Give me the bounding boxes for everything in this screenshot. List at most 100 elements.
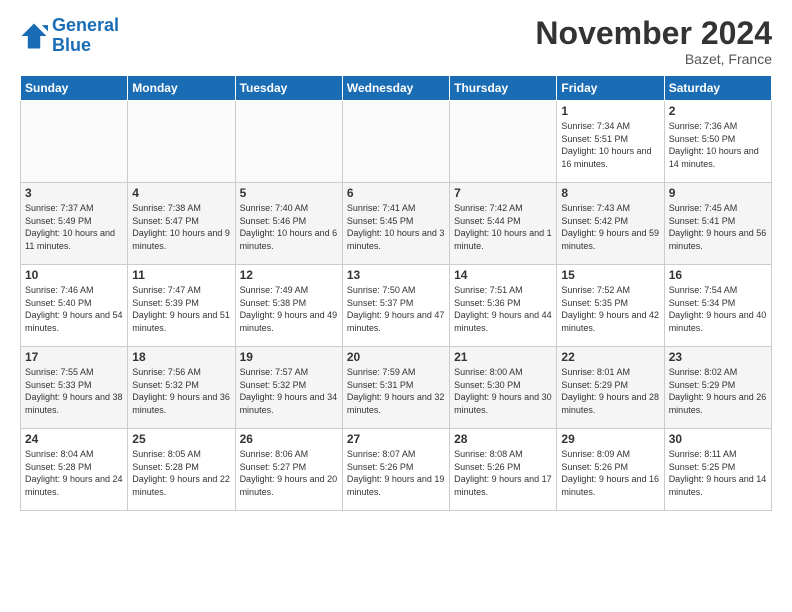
table-row	[128, 101, 235, 183]
day-info: Sunrise: 7:41 AM Sunset: 5:45 PM Dayligh…	[347, 202, 445, 252]
day-info: Sunrise: 7:45 AM Sunset: 5:41 PM Dayligh…	[669, 202, 767, 252]
table-row	[342, 101, 449, 183]
page: General Blue November 2024 Bazet, France…	[0, 0, 792, 523]
month-title: November 2024	[535, 16, 772, 51]
day-number: 7	[454, 186, 552, 200]
day-info: Sunrise: 7:47 AM Sunset: 5:39 PM Dayligh…	[132, 284, 230, 334]
table-row: 22 Sunrise: 8:01 AM Sunset: 5:29 PM Dayli…	[557, 347, 664, 429]
table-row: 1Sunrise: 7:34 AM Sunset: 5:51 PM Daylig…	[557, 101, 664, 183]
table-row: 16 Sunrise: 7:54 AM Sunset: 5:34 PM Dayli…	[664, 265, 771, 347]
logo-line1: General	[52, 15, 119, 35]
table-row: 23 Sunrise: 8:02 AM Sunset: 5:29 PM Dayli…	[664, 347, 771, 429]
calendar-week-row: 10 Sunrise: 7:46 AM Sunset: 5:40 PM Dayli…	[21, 265, 772, 347]
day-number: 4	[132, 186, 230, 200]
table-row: 14Sunrise: 7:51 AM Sunset: 5:36 PM Dayli…	[450, 265, 557, 347]
day-number: 10	[25, 268, 123, 282]
day-info: Sunrise: 7:37 AM Sunset: 5:49 PM Dayligh…	[25, 202, 123, 252]
day-number: 9	[669, 186, 767, 200]
day-info: Sunrise: 7:36 AM Sunset: 5:50 PM Dayligh…	[669, 120, 767, 170]
day-info: Sunrise: 7:52 AM Sunset: 5:35 PM Dayligh…	[561, 284, 659, 334]
table-row: 13Sunrise: 7:50 AM Sunset: 5:37 PM Dayli…	[342, 265, 449, 347]
day-info: Sunrise: 8:07 AM Sunset: 5:26 PM Dayligh…	[347, 448, 445, 498]
table-row: 18 Sunrise: 7:56 AM Sunset: 5:32 PM Dayli…	[128, 347, 235, 429]
table-row: 12Sunrise: 7:49 AM Sunset: 5:38 PM Dayli…	[235, 265, 342, 347]
table-row: 9 Sunrise: 7:45 AM Sunset: 5:41 PM Daylig…	[664, 183, 771, 265]
location: Bazet, France	[535, 51, 772, 67]
table-row: 27Sunrise: 8:07 AM Sunset: 5:26 PM Dayli…	[342, 429, 449, 511]
day-number: 6	[347, 186, 445, 200]
table-row: 5Sunrise: 7:40 AM Sunset: 5:46 PM Daylig…	[235, 183, 342, 265]
day-number: 16	[669, 268, 767, 282]
day-number: 18	[132, 350, 230, 364]
header-saturday: Saturday	[664, 76, 771, 101]
day-info: Sunrise: 8:04 AM Sunset: 5:28 PM Dayligh…	[25, 448, 123, 498]
day-number: 17	[25, 350, 123, 364]
header-tuesday: Tuesday	[235, 76, 342, 101]
table-row	[450, 101, 557, 183]
table-row: 24 Sunrise: 8:04 AM Sunset: 5:28 PM Dayli…	[21, 429, 128, 511]
day-info: Sunrise: 7:59 AM Sunset: 5:31 PM Dayligh…	[347, 366, 445, 416]
header-sunday: Sunday	[21, 76, 128, 101]
day-number: 8	[561, 186, 659, 200]
day-number: 15	[561, 268, 659, 282]
day-info: Sunrise: 7:38 AM Sunset: 5:47 PM Dayligh…	[132, 202, 230, 252]
table-row	[235, 101, 342, 183]
day-number: 19	[240, 350, 338, 364]
day-info: Sunrise: 8:08 AM Sunset: 5:26 PM Dayligh…	[454, 448, 552, 498]
table-row: 11 Sunrise: 7:47 AM Sunset: 5:39 PM Dayli…	[128, 265, 235, 347]
day-number: 14	[454, 268, 552, 282]
table-row: 28Sunrise: 8:08 AM Sunset: 5:26 PM Dayli…	[450, 429, 557, 511]
day-number: 25	[132, 432, 230, 446]
table-row: 15 Sunrise: 7:52 AM Sunset: 5:35 PM Dayli…	[557, 265, 664, 347]
day-number: 2	[669, 104, 767, 118]
header-monday: Monday	[128, 76, 235, 101]
table-row: 10 Sunrise: 7:46 AM Sunset: 5:40 PM Dayli…	[21, 265, 128, 347]
table-row: 4 Sunrise: 7:38 AM Sunset: 5:47 PM Daylig…	[128, 183, 235, 265]
calendar-week-row: 1Sunrise: 7:34 AM Sunset: 5:51 PM Daylig…	[21, 101, 772, 183]
day-number: 22	[561, 350, 659, 364]
title-block: November 2024 Bazet, France	[535, 16, 772, 67]
day-number: 21	[454, 350, 552, 364]
day-number: 23	[669, 350, 767, 364]
day-info: Sunrise: 8:06 AM Sunset: 5:27 PM Dayligh…	[240, 448, 338, 498]
table-row: 21Sunrise: 8:00 AM Sunset: 5:30 PM Dayli…	[450, 347, 557, 429]
logo-icon	[20, 22, 48, 50]
table-row: 3 Sunrise: 7:37 AM Sunset: 5:49 PM Daylig…	[21, 183, 128, 265]
day-info: Sunrise: 8:05 AM Sunset: 5:28 PM Dayligh…	[132, 448, 230, 498]
day-number: 29	[561, 432, 659, 446]
day-info: Sunrise: 8:01 AM Sunset: 5:29 PM Dayligh…	[561, 366, 659, 416]
table-row: 6 Sunrise: 7:41 AM Sunset: 5:45 PM Daylig…	[342, 183, 449, 265]
table-row: 7 Sunrise: 7:42 AM Sunset: 5:44 PM Daylig…	[450, 183, 557, 265]
header-friday: Friday	[557, 76, 664, 101]
table-row: 17Sunrise: 7:55 AM Sunset: 5:33 PM Dayli…	[21, 347, 128, 429]
calendar-table: Sunday Monday Tuesday Wednesday Thursday…	[20, 75, 772, 511]
day-info: Sunrise: 7:43 AM Sunset: 5:42 PM Dayligh…	[561, 202, 659, 252]
table-row: 20 Sunrise: 7:59 AM Sunset: 5:31 PM Dayli…	[342, 347, 449, 429]
day-number: 5	[240, 186, 338, 200]
day-number: 24	[25, 432, 123, 446]
day-info: Sunrise: 7:42 AM Sunset: 5:44 PM Dayligh…	[454, 202, 552, 252]
day-number: 20	[347, 350, 445, 364]
table-row: 2 Sunrise: 7:36 AM Sunset: 5:50 PM Daylig…	[664, 101, 771, 183]
day-number: 30	[669, 432, 767, 446]
day-info: Sunrise: 8:09 AM Sunset: 5:26 PM Dayligh…	[561, 448, 659, 498]
day-info: Sunrise: 7:46 AM Sunset: 5:40 PM Dayligh…	[25, 284, 123, 334]
calendar-week-row: 3 Sunrise: 7:37 AM Sunset: 5:49 PM Daylig…	[21, 183, 772, 265]
calendar-week-row: 17Sunrise: 7:55 AM Sunset: 5:33 PM Dayli…	[21, 347, 772, 429]
calendar-header-row: Sunday Monday Tuesday Wednesday Thursday…	[21, 76, 772, 101]
day-info: Sunrise: 7:56 AM Sunset: 5:32 PM Dayligh…	[132, 366, 230, 416]
day-number: 3	[25, 186, 123, 200]
table-row: 30 Sunrise: 8:11 AM Sunset: 5:25 PM Dayli…	[664, 429, 771, 511]
day-info: Sunrise: 8:02 AM Sunset: 5:29 PM Dayligh…	[669, 366, 767, 416]
day-number: 13	[347, 268, 445, 282]
day-number: 11	[132, 268, 230, 282]
table-row: 19Sunrise: 7:57 AM Sunset: 5:32 PM Dayli…	[235, 347, 342, 429]
table-row: 8 Sunrise: 7:43 AM Sunset: 5:42 PM Daylig…	[557, 183, 664, 265]
day-info: Sunrise: 7:54 AM Sunset: 5:34 PM Dayligh…	[669, 284, 767, 334]
day-info: Sunrise: 8:11 AM Sunset: 5:25 PM Dayligh…	[669, 448, 767, 498]
day-number: 26	[240, 432, 338, 446]
logo: General Blue	[20, 16, 119, 56]
table-row: 26 Sunrise: 8:06 AM Sunset: 5:27 PM Dayli…	[235, 429, 342, 511]
day-number: 12	[240, 268, 338, 282]
table-row: 25 Sunrise: 8:05 AM Sunset: 5:28 PM Dayli…	[128, 429, 235, 511]
